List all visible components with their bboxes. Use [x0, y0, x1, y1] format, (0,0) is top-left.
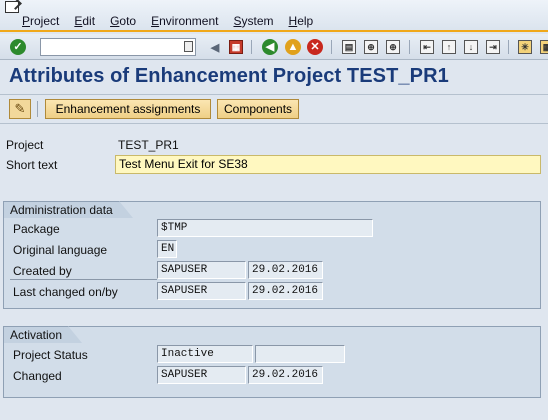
activation-title: Activation: [3, 326, 83, 343]
package-label: Package: [13, 222, 60, 236]
back-nav-icon[interactable]: ◀: [261, 38, 279, 56]
row-divider: [10, 279, 157, 280]
last-page-icon[interactable]: ⇥: [484, 38, 502, 56]
menu-help[interactable]: Help: [289, 14, 314, 28]
project-status-label: Project Status: [13, 348, 88, 362]
save-icon[interactable]: ▦: [227, 38, 245, 56]
changed-user-field: SAPUSER: [157, 366, 246, 384]
cancel-icon[interactable]: ✕: [306, 38, 324, 56]
edit-pencil-icon[interactable]: ✎: [9, 99, 31, 119]
exit-icon[interactable]: ▲: [284, 38, 302, 56]
components-button[interactable]: Components: [217, 99, 299, 119]
original-language-field: EN: [157, 240, 177, 258]
changed-date-field: 29.02.2016: [248, 366, 323, 384]
toolbar-separator: [508, 40, 509, 54]
administration-data-title: Administration data: [3, 201, 133, 218]
application-toolbar: ✎ Enhancement assignments Components: [0, 94, 548, 124]
new-session-icon[interactable]: ✳: [516, 38, 534, 56]
prev-page-icon[interactable]: ↑: [440, 38, 458, 56]
project-status-extra-field: [255, 345, 345, 363]
changed-label: Changed: [13, 369, 62, 383]
created-on-date-field: 29.02.2016: [248, 261, 323, 279]
menu-project[interactable]: Project: [22, 14, 59, 28]
menu-bar: Project Edit Goto Environment System Hel…: [0, 0, 548, 32]
toolbar-separator: [409, 40, 410, 54]
menu-window-icon[interactable]: [5, 1, 19, 13]
created-by-user-field: SAPUSER: [157, 261, 246, 279]
original-language-label: Original language: [13, 243, 108, 257]
find-icon[interactable]: ⊕: [362, 38, 380, 56]
last-changed-date-field: 29.02.2016: [248, 282, 323, 300]
last-changed-label: Last changed on/by: [13, 285, 118, 299]
short-text-field[interactable]: Test Menu Exit for SE38: [115, 155, 541, 174]
menu-system[interactable]: System: [233, 14, 273, 28]
menu-goto[interactable]: Goto: [110, 14, 136, 28]
short-text-label: Short text: [6, 158, 58, 172]
command-history-icon[interactable]: [184, 41, 193, 52]
shortcut-icon[interactable]: ▦: [538, 38, 548, 56]
menu-environment[interactable]: Environment: [151, 14, 218, 28]
toolbar-separator: [251, 40, 252, 54]
last-changed-user-field: SAPUSER: [157, 282, 246, 300]
back-arrow-icon[interactable]: ◀: [206, 38, 224, 56]
standard-toolbar: ✓ ◀ ▦ ◀ ▲ ✕ ▤ ⊕ ⊕ ⇤ ↑ ↓ ⇥ ✳ ▦: [0, 34, 548, 60]
command-input[interactable]: [41, 39, 181, 55]
enhancement-assignments-button[interactable]: Enhancement assignments: [45, 99, 211, 119]
next-page-icon[interactable]: ↓: [462, 38, 480, 56]
print-icon[interactable]: ▤: [340, 38, 358, 56]
project-label: Project: [6, 138, 44, 152]
project-value: TEST_PR1: [118, 138, 179, 152]
menu-edit[interactable]: Edit: [74, 14, 95, 28]
first-page-icon[interactable]: ⇤: [418, 38, 436, 56]
package-field: $TMP: [157, 219, 373, 237]
command-field[interactable]: [40, 38, 196, 56]
toolbar-separator: [37, 101, 38, 117]
toolbar-separator: [331, 40, 332, 54]
page-title: Attributes of Enhancement Project TEST_P…: [9, 65, 449, 87]
menu-items: Project Edit Goto Environment System Hel…: [22, 14, 328, 28]
project-status-field: Inactive: [157, 345, 253, 363]
ok-icon[interactable]: ✓: [9, 38, 27, 56]
find-next-icon[interactable]: ⊕: [384, 38, 402, 56]
created-by-label: Created by: [13, 264, 72, 278]
